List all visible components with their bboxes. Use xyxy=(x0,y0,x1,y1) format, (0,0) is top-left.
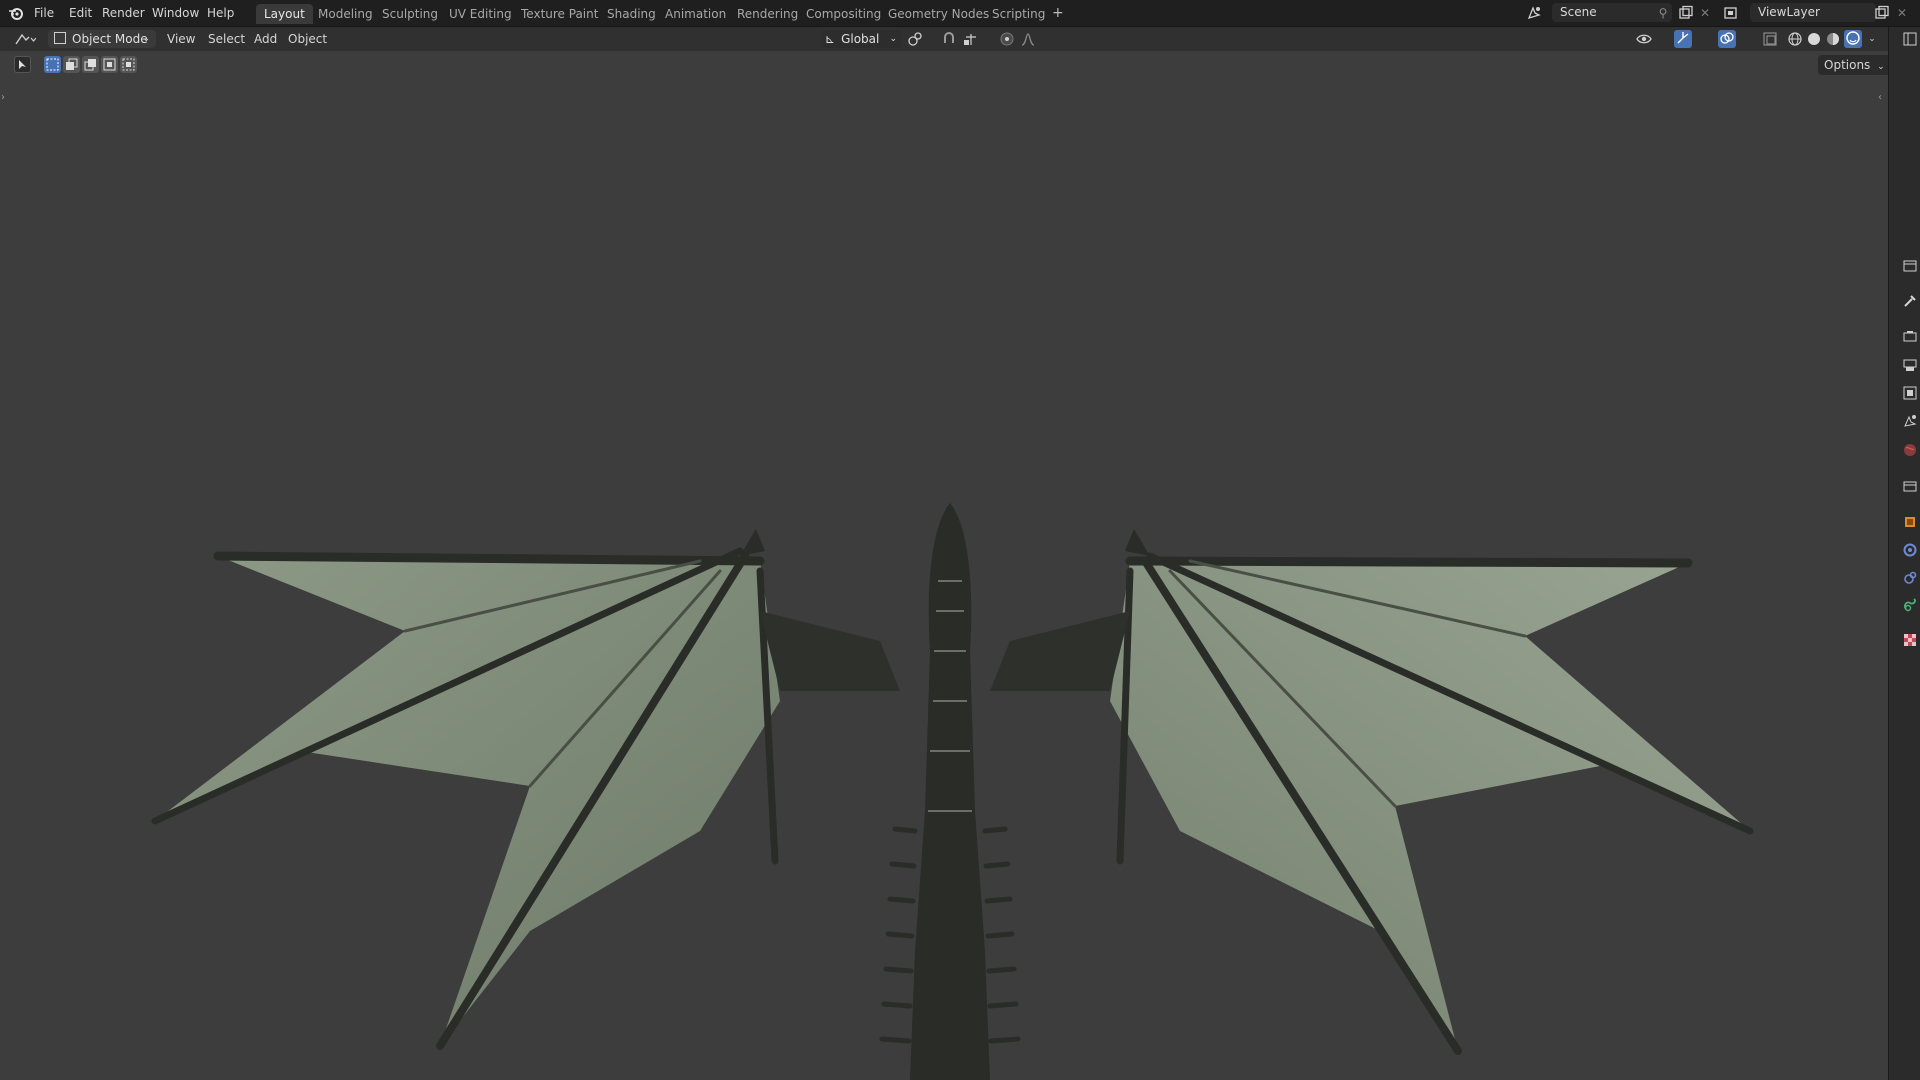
menu-file[interactable]: File xyxy=(34,4,54,22)
wireframe-shading-icon[interactable] xyxy=(1787,31,1803,47)
tab-uv-editing[interactable]: UV Editing xyxy=(441,4,520,24)
options-button[interactable]: Options ⌄ xyxy=(1818,55,1891,75)
snap-target-icon[interactable] xyxy=(962,31,978,47)
select-subtract-icon[interactable] xyxy=(82,56,99,73)
scene-name-field[interactable]: Scene xyxy=(1552,3,1672,22)
tool-settings-icon[interactable] xyxy=(1902,293,1918,309)
scene-icon[interactable] xyxy=(1902,413,1918,429)
select-tool-icon[interactable] xyxy=(14,56,31,73)
select-box-icon[interactable] xyxy=(44,56,61,73)
transform-orientation-label: Global xyxy=(841,32,880,46)
pivot-point-icon[interactable] xyxy=(907,31,923,47)
object-icon[interactable] xyxy=(1902,514,1918,530)
mode-dropdown[interactable]: Object Mode ⌄ xyxy=(48,30,156,48)
view-layer-icon[interactable] xyxy=(1902,385,1918,401)
sidebar-expand-arrow-icon[interactable]: ‹ xyxy=(1878,92,1886,104)
tool-icon[interactable] xyxy=(1902,258,1918,274)
tab-modeling[interactable]: Modeling xyxy=(310,4,381,24)
delete-view-layer-icon[interactable]: ✕ xyxy=(1894,5,1910,21)
proportional-editing-icon[interactable] xyxy=(999,31,1015,47)
chevron-down-icon: ⌄ xyxy=(142,34,150,44)
view-layer-name-field[interactable]: ViewLayer xyxy=(1750,3,1876,22)
select-invert-icon[interactable] xyxy=(101,56,118,73)
viewport-header: Object Mode ⌄ View Select Add Object ⊾ Gl… xyxy=(0,27,1888,51)
shading-options-chevron-icon[interactable]: ⌄ xyxy=(1864,31,1880,47)
scene-name-text: Scene xyxy=(1560,5,1597,19)
modifier-icon[interactable] xyxy=(1902,542,1918,558)
view-layer-selector-icon[interactable] xyxy=(1723,5,1739,21)
select-extend-icon[interactable] xyxy=(63,56,80,73)
overlays-toggle-icon[interactable] xyxy=(1718,30,1736,48)
tab-sculpting[interactable]: Sculpting xyxy=(374,4,446,24)
select-intersect-icon[interactable] xyxy=(120,56,137,73)
gizmo-toggle-icon[interactable] xyxy=(1674,30,1692,48)
tab-scripting[interactable]: Scripting xyxy=(984,4,1053,24)
new-scene-icon[interactable] xyxy=(1678,5,1694,21)
snap-icon[interactable] xyxy=(941,31,957,47)
delete-scene-icon[interactable]: ✕ xyxy=(1697,5,1713,21)
falloff-icon[interactable] xyxy=(1020,31,1036,47)
texture-icon[interactable] xyxy=(1902,632,1918,648)
material-shading-icon[interactable] xyxy=(1825,31,1841,47)
menu-window[interactable]: Window xyxy=(152,4,199,22)
mode-label: Object Mode xyxy=(72,32,148,46)
render-icon[interactable] xyxy=(1902,328,1918,344)
physics-icon[interactable] xyxy=(1902,570,1918,586)
output-icon[interactable] xyxy=(1902,357,1918,373)
pin-icon[interactable]: ⚲ xyxy=(1655,5,1671,21)
tab-rendering[interactable]: Rendering xyxy=(729,4,806,24)
world-icon[interactable] xyxy=(1902,442,1918,458)
scene-selector-icon[interactable] xyxy=(1526,5,1542,21)
mode-icon xyxy=(54,32,66,44)
add-workspace-button[interactable]: + xyxy=(1052,4,1064,22)
rendered-shading-icon[interactable] xyxy=(1844,30,1862,48)
dragon-body xyxy=(910,503,990,1080)
editor-type-icon[interactable] xyxy=(14,31,37,47)
new-view-layer-icon[interactable] xyxy=(1874,5,1890,21)
menu-render[interactable]: Render xyxy=(102,4,145,22)
orientation-axes-icon: ⊾ xyxy=(825,32,836,46)
menu-edit[interactable]: Edit xyxy=(69,4,92,22)
toolbar-expand-arrow-icon[interactable]: › xyxy=(1,92,9,104)
tab-texture-paint[interactable]: Texture Paint xyxy=(513,4,606,24)
collection-icon[interactable] xyxy=(1902,478,1918,494)
menu-help[interactable]: Help xyxy=(207,4,234,22)
tab-geometry-nodes[interactable]: Geometry Nodes xyxy=(880,4,997,24)
top-bar: File Edit Render Window Help Layout Mode… xyxy=(0,0,1920,27)
constraint-icon[interactable] xyxy=(1902,597,1918,613)
tab-shading[interactable]: Shading xyxy=(599,4,664,24)
tab-layout[interactable]: Layout xyxy=(256,4,313,24)
chevron-down-icon: ⌄ xyxy=(1877,62,1885,72)
menu-select[interactable]: Select xyxy=(208,30,245,48)
properties-editor-icon[interactable] xyxy=(1902,31,1918,47)
viewport-tool-row xyxy=(0,52,1888,78)
view-layer-name-text: ViewLayer xyxy=(1758,5,1820,19)
options-label: Options xyxy=(1824,58,1871,72)
menu-view[interactable]: View xyxy=(167,30,195,48)
tab-animation[interactable]: Animation xyxy=(657,4,734,24)
menu-object[interactable]: Object xyxy=(288,30,327,48)
chevron-down-icon: ⌄ xyxy=(889,34,897,44)
tab-compositing[interactable]: Compositing xyxy=(798,4,889,24)
left-wing xyxy=(155,556,780,1046)
xray-toggle-icon[interactable] xyxy=(1762,31,1778,47)
menu-add[interactable]: Add xyxy=(254,30,277,48)
solid-shading-icon[interactable] xyxy=(1806,31,1822,47)
dragon-model xyxy=(151,503,1754,1080)
blender-logo-icon[interactable] xyxy=(8,5,24,21)
transform-orientation-dropdown[interactable]: ⊾ Global ⌄ xyxy=(821,30,901,48)
visibility-icon[interactable] xyxy=(1636,31,1652,47)
3d-viewport[interactable] xyxy=(0,51,1888,1080)
right-wing xyxy=(1110,561,1750,1051)
